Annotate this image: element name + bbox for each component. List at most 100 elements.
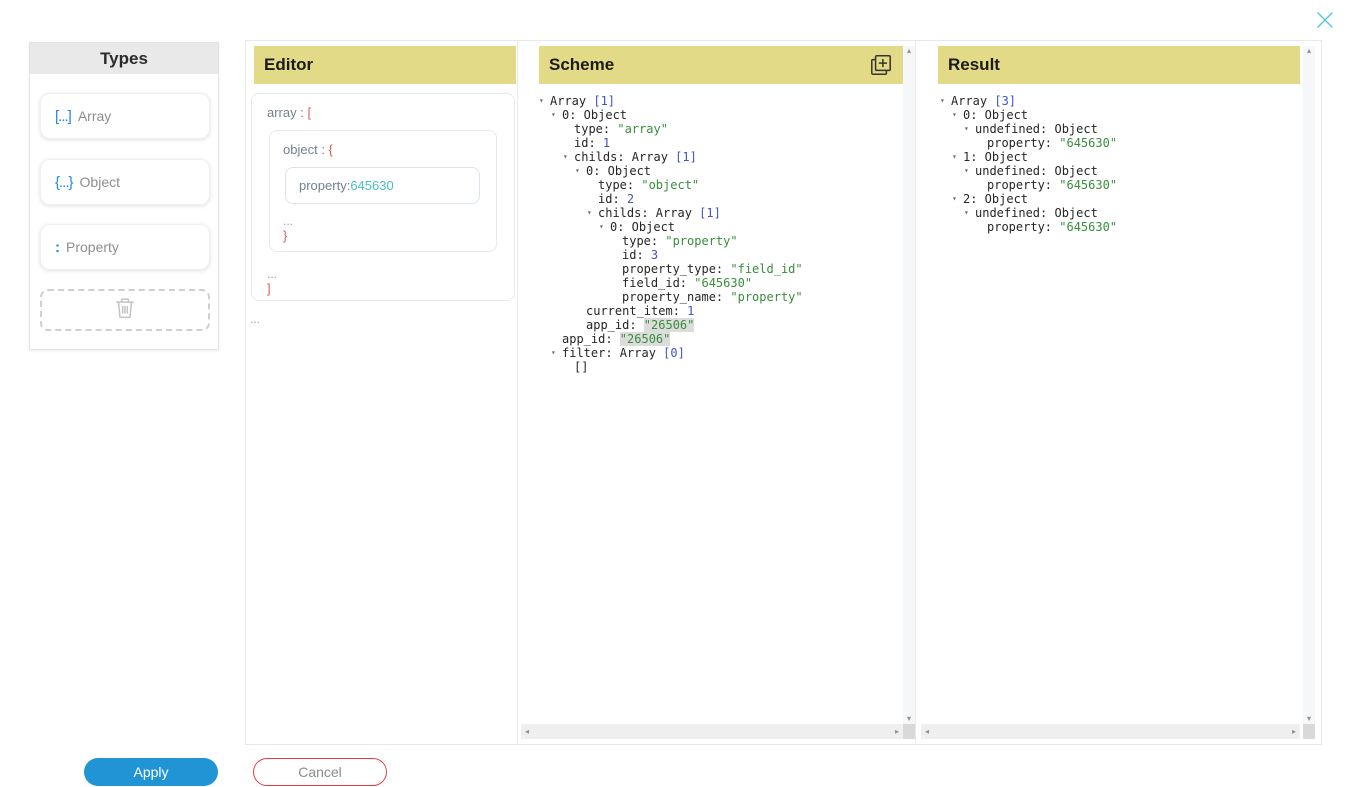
tree-row: ▾2: Object	[940, 192, 1302, 206]
tree-token: "26506"	[620, 332, 671, 346]
expand-arrow-icon[interactable]: ▾	[964, 122, 975, 136]
tree-token: property_name:	[622, 290, 730, 304]
tree-row: app_id: "26506"	[539, 332, 902, 346]
tree-token: type:	[598, 178, 641, 192]
tree-token: 3	[651, 248, 658, 262]
tree-token: property:	[987, 136, 1059, 150]
property-node-label: property:	[299, 178, 350, 193]
scrollbar-corner	[1303, 724, 1315, 739]
scheme-horizontal-scrollbar[interactable]: ◂ ▸	[521, 724, 903, 739]
tree-token: "field_id"	[730, 262, 802, 276]
tree-row: ▾0: Object	[539, 164, 902, 178]
trash-drop-zone[interactable]	[40, 289, 210, 331]
tree-row: property: "645630"	[940, 220, 1302, 234]
expand-arrow-icon[interactable]: ▾	[539, 94, 550, 108]
apply-button[interactable]: Apply	[84, 758, 218, 786]
scheme-panel-header: Scheme	[539, 46, 903, 84]
scroll-down-icon[interactable]: ▾	[907, 714, 911, 724]
ellipsis: ...	[250, 313, 260, 326]
object-node-label: object	[283, 142, 318, 157]
expand-arrow-icon[interactable]: ▾	[940, 94, 951, 108]
scroll-down-icon[interactable]: ▾	[1307, 714, 1311, 724]
tree-row: id: 1	[539, 136, 902, 150]
cancel-button[interactable]: Cancel	[253, 758, 387, 786]
tree-token: app_id:	[586, 318, 644, 332]
tree-row: ▾filter: Array [0]	[539, 346, 902, 360]
tree-row: property: "645630"	[940, 136, 1302, 150]
expand-arrow-icon[interactable]: ▾	[952, 192, 963, 206]
tree-token: "26506"	[644, 318, 695, 332]
tree-token: 1: Object	[963, 150, 1028, 164]
tree-token: []	[574, 360, 588, 374]
type-card-label: Object	[80, 174, 120, 190]
expand-arrow-icon[interactable]: ▾	[952, 150, 963, 164]
array-node-label: array	[267, 105, 297, 120]
editor-object-node[interactable]: object : { property:645630 ... }	[269, 130, 497, 252]
tree-token: [1]	[699, 206, 721, 220]
result-json-tree: ▾Array [3]▾0: Object▾undefined: Objectpr…	[940, 94, 1302, 234]
type-card-property[interactable]: : Property	[40, 224, 210, 270]
tree-row: ▾0: Object	[539, 220, 902, 234]
expand-arrow-icon[interactable]: ▾	[952, 108, 963, 122]
tree-row: []	[539, 360, 902, 374]
tree-token: childs: Array	[574, 150, 675, 164]
scroll-up-icon[interactable]: ▴	[907, 46, 911, 56]
tree-token: current_item:	[586, 304, 687, 318]
ellipsis: ...	[283, 215, 496, 228]
tree-row: ▾0: Object	[539, 108, 902, 122]
tree-token: property:	[987, 220, 1059, 234]
scroll-right-icon[interactable]: ▸	[1292, 727, 1296, 737]
expand-arrow-icon[interactable]: ▾	[551, 346, 562, 360]
tree-row: current_item: 1	[539, 304, 902, 318]
scheme-panel-title: Scheme	[549, 55, 614, 74]
property-node-value: 645630	[350, 178, 393, 193]
tree-token: Array	[550, 94, 593, 108]
scroll-right-icon[interactable]: ▸	[895, 727, 899, 737]
tree-token: filter: Array	[562, 346, 663, 360]
scrollbar-corner	[903, 724, 915, 739]
tree-token: "645630"	[1059, 178, 1117, 192]
result-horizontal-scrollbar[interactable]: ◂ ▸	[921, 724, 1300, 739]
expand-arrow-icon[interactable]: ▾	[563, 150, 574, 164]
tree-row: ▾childs: Array [1]	[539, 150, 902, 164]
expand-arrow-icon[interactable]: ▾	[599, 220, 610, 234]
result-vertical-scrollbar[interactable]: ▴ ▾	[1303, 46, 1315, 724]
array-close-bracket: ]	[267, 281, 514, 296]
scheme-vertical-scrollbar[interactable]: ▴ ▾	[903, 46, 915, 724]
tree-row: property_name: "property"	[539, 290, 902, 304]
tree-token: field_id:	[622, 276, 694, 290]
type-card-array[interactable]: [...] Array	[40, 93, 210, 139]
tree-row: app_id: "26506"	[539, 318, 902, 332]
expand-arrow-icon[interactable]: ▾	[964, 164, 975, 178]
type-card-object[interactable]: {...} Object	[40, 159, 210, 205]
expand-arrow-icon[interactable]: ▾	[551, 108, 562, 122]
modal-page: Types [...] Array {...} Object : Propert…	[0, 0, 1347, 787]
tree-token: undefined: Object	[975, 122, 1098, 136]
ellipsis: ...	[267, 268, 514, 281]
close-button[interactable]	[1314, 9, 1336, 31]
expand-arrow-icon[interactable]: ▾	[575, 164, 586, 178]
copy-plus-icon[interactable]	[868, 52, 894, 78]
tree-row: ▾childs: Array [1]	[539, 206, 902, 220]
tree-token: [1]	[593, 94, 615, 108]
tree-token: "property"	[730, 290, 802, 304]
editor-property-node[interactable]: property:645630	[285, 167, 480, 204]
scheme-column: Scheme ▾Array [1]▾0: Objecttype: "array"…	[518, 41, 916, 744]
tree-row: ▾undefined: Object	[940, 206, 1302, 220]
expand-arrow-icon[interactable]: ▾	[587, 206, 598, 220]
scroll-left-icon[interactable]: ◂	[925, 727, 929, 737]
tree-token: property:	[987, 178, 1059, 192]
tree-token: 0: Object	[963, 108, 1028, 122]
scroll-left-icon[interactable]: ◂	[525, 727, 529, 737]
tree-row: ▾undefined: Object	[940, 164, 1302, 178]
expand-arrow-icon[interactable]: ▾	[964, 206, 975, 220]
tree-row: id: 3	[539, 248, 902, 262]
scheme-json-tree: ▾Array [1]▾0: Objecttype: "array"id: 1▾c…	[539, 94, 902, 374]
tree-row: ▾0: Object	[940, 108, 1302, 122]
editor-panel-title: Editor	[254, 46, 516, 84]
editor-array-node[interactable]: array : [ object : { property:645630 ...…	[251, 93, 515, 301]
tree-token: id:	[574, 136, 603, 150]
tree-token: [3]	[994, 94, 1016, 108]
tree-row: type: "object"	[539, 178, 902, 192]
scroll-up-icon[interactable]: ▴	[1307, 46, 1311, 56]
